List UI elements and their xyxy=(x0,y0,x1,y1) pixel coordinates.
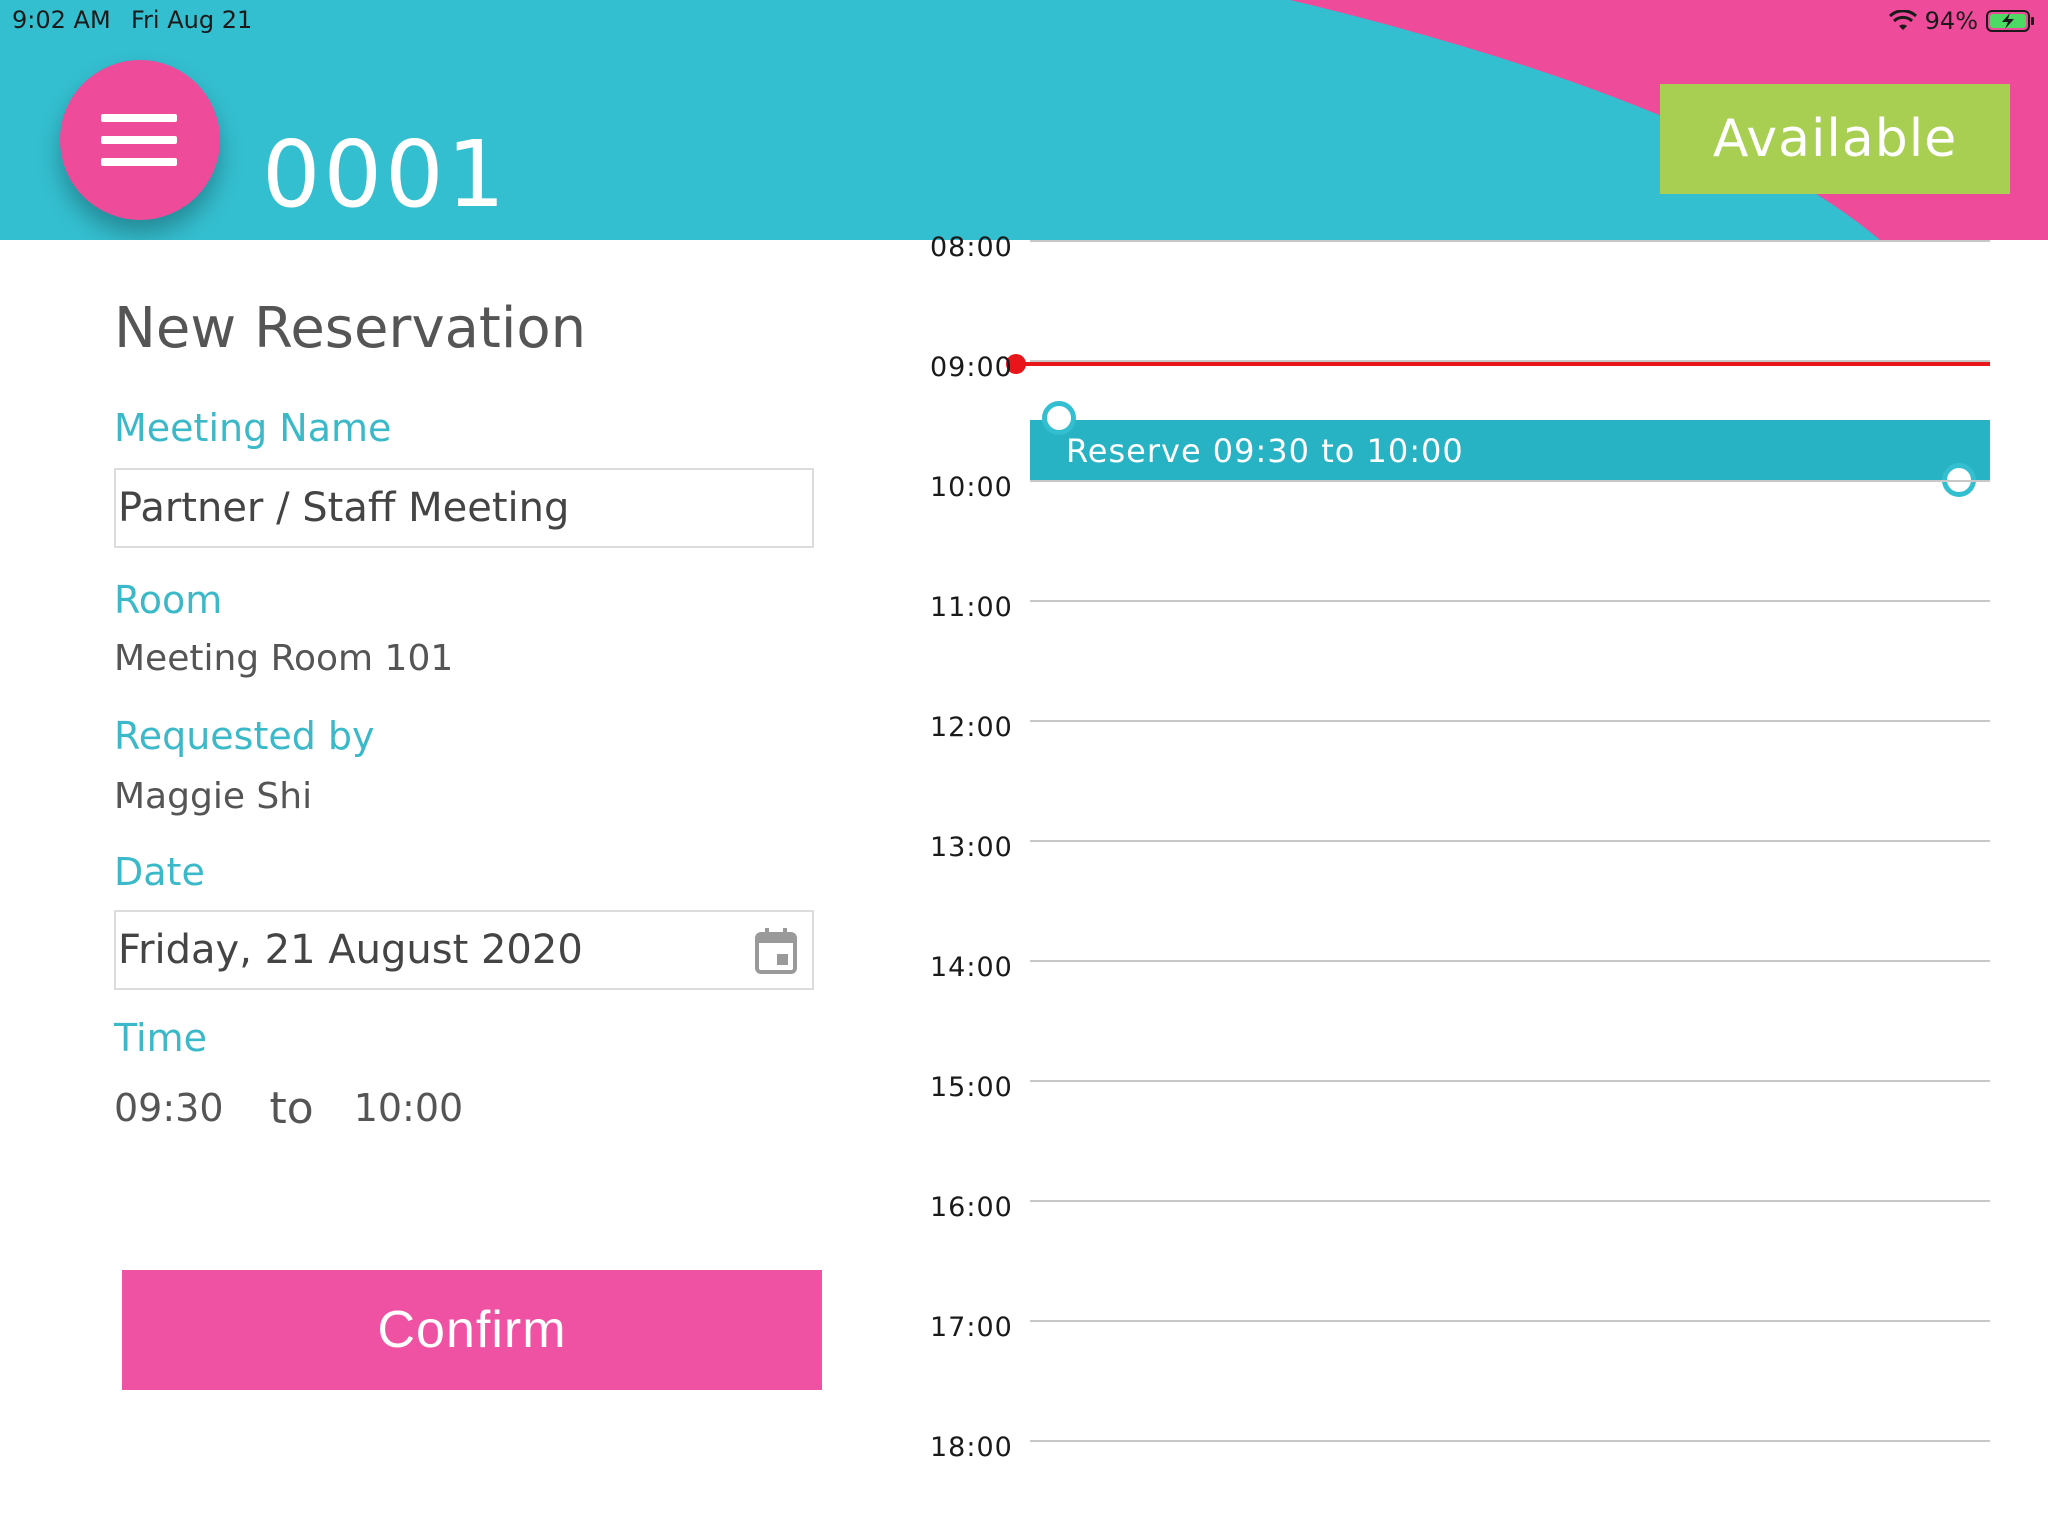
meeting-name-label: Meeting Name xyxy=(114,406,392,450)
reservation-end-handle[interactable] xyxy=(1942,463,1976,497)
requested-by-value: Maggie Shi xyxy=(114,776,313,817)
timeline-hour-label: 14:00 xyxy=(930,952,1013,983)
timeline-hour-line xyxy=(1030,600,1990,602)
timeline-hour-label: 09:00 xyxy=(930,352,1013,383)
timeline-hour-line xyxy=(1030,960,1990,962)
time-separator: to xyxy=(269,1082,314,1134)
page-title: New Reservation xyxy=(114,296,587,361)
timeline-hour-line xyxy=(1030,1200,1990,1202)
hamburger-icon-bar xyxy=(101,158,177,166)
menu-button[interactable] xyxy=(60,60,220,220)
end-time-picker[interactable]: 10:00 xyxy=(354,1086,464,1130)
timeline-hour-line xyxy=(1030,360,1990,362)
status-bar-time: 9:02 AM xyxy=(12,6,111,34)
calendar-icon[interactable] xyxy=(754,927,798,975)
time-range: 09:30 to 10:00 xyxy=(114,1080,463,1136)
availability-status-badge: Available xyxy=(1660,84,2010,194)
date-picker-field[interactable]: Friday, 21 August 2020 xyxy=(114,910,814,990)
room-label: Room xyxy=(114,578,223,622)
time-label: Time xyxy=(114,1016,207,1060)
timeline-hour-label: 15:00 xyxy=(930,1072,1013,1103)
current-time-dot xyxy=(1006,354,1026,374)
reservation-start-handle[interactable] xyxy=(1042,401,1076,435)
timeline-hour-line xyxy=(1030,840,1990,842)
timeline-hour-label: 10:00 xyxy=(930,472,1013,503)
timeline-hour-line xyxy=(1030,1320,1990,1322)
reservation-label: Reserve 09:30 to 10:00 xyxy=(1066,432,1464,470)
battery-percent: 94% xyxy=(1924,7,1978,35)
status-bar-right: 94% xyxy=(1888,6,2036,36)
hamburger-icon xyxy=(101,114,177,122)
timeline-hour-label: 16:00 xyxy=(930,1192,1013,1223)
requested-by-label: Requested by xyxy=(114,714,375,758)
room-code: 0001 xyxy=(262,121,509,228)
timeline-hour-line xyxy=(1030,720,1990,722)
wifi-icon xyxy=(1888,10,1917,30)
status-bar-date: Fri Aug 21 xyxy=(131,6,253,34)
meeting-name-value: Partner / Staff Meeting xyxy=(118,485,570,531)
meeting-name-input[interactable]: Partner / Staff Meeting xyxy=(114,468,814,548)
app-header: 9:02 AM Fri Aug 21 94% 0001 Available xyxy=(0,0,2048,240)
room-value: Meeting Room 101 xyxy=(114,638,454,679)
timeline-hour-label: 11:00 xyxy=(930,592,1013,623)
reservation-block[interactable]: Reserve 09:30 to 10:00 xyxy=(1030,420,1990,482)
timeline-hour-label: 13:00 xyxy=(930,832,1013,863)
timeline-hour-line xyxy=(1030,1080,1990,1082)
timeline-hour-label: 18:00 xyxy=(930,1432,1013,1463)
start-time-picker[interactable]: 09:30 xyxy=(114,1086,224,1130)
timeline-hour-label: 12:00 xyxy=(930,712,1013,743)
timeline-hour-line xyxy=(1030,240,1990,242)
timeline-hour-label: 17:00 xyxy=(930,1312,1013,1343)
timeline-hour-line xyxy=(1030,1440,1990,1442)
date-value: Friday, 21 August 2020 xyxy=(118,927,583,973)
battery-charging-icon xyxy=(1986,10,2034,32)
confirm-button[interactable]: Confirm xyxy=(122,1270,822,1390)
date-label: Date xyxy=(114,850,205,894)
hamburger-icon-bar xyxy=(101,136,177,144)
current-time-indicator xyxy=(1016,362,1990,366)
